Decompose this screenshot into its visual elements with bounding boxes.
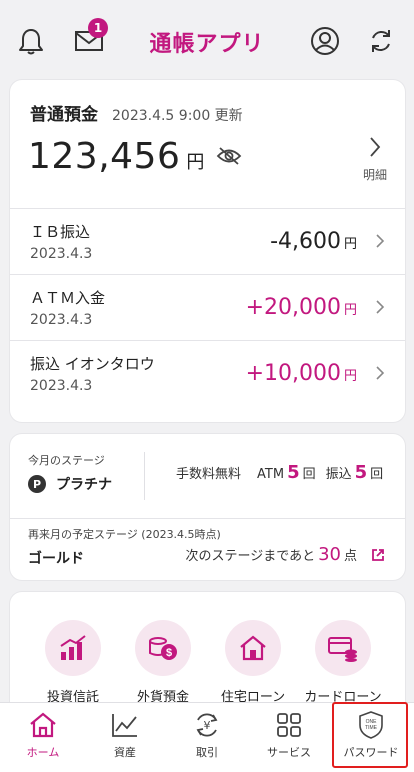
home-icon — [2, 711, 84, 739]
grid-icon — [248, 711, 330, 739]
service-foreign-deposit[interactable]: $ 外貨預金 — [118, 620, 208, 705]
detail-button[interactable]: 明細 — [363, 136, 387, 183]
nav-services[interactable]: サービス — [248, 703, 330, 772]
svg-text:¥: ¥ — [204, 719, 211, 732]
yen-transfer-icon: ¥ — [166, 711, 248, 739]
account-card: 普通預金 2023.4.5 9:00 更新 123,456 円 明細 ＩＢ振込 … — [10, 80, 405, 422]
external-link-icon[interactable] — [371, 548, 385, 562]
transaction-date: 2023.4.3 — [30, 246, 93, 262]
balance-currency: 円 — [186, 152, 205, 173]
next-stage-name: ゴールド — [28, 551, 84, 567]
account-name: 普通預金 — [30, 105, 98, 125]
nav-label: 取引 — [196, 746, 218, 759]
service-investment-trust[interactable]: 投資信託 — [28, 620, 118, 705]
chevron-right-icon — [370, 137, 381, 157]
refresh-icon[interactable] — [364, 24, 398, 58]
transaction-name: ＩＢ振込 — [30, 223, 91, 241]
service-housing-loan[interactable]: 住宅ローン — [208, 620, 298, 705]
nav-label: パスワード — [343, 746, 399, 759]
nav-label: ホーム — [26, 746, 60, 759]
svg-text:TIME: TIME — [365, 725, 378, 731]
bottom-nav: ホーム 資産 ¥ 取引 サービス ONE TIME パスワード — [0, 702, 414, 772]
transaction-name: ＡＴＭ入金 — [30, 289, 106, 307]
nav-home[interactable]: ホーム — [2, 703, 84, 772]
stage-card[interactable]: 今月のステージ P プラチナ 手数料無料 ATM 5 回 振込 5 回 再来月の予定ステ… — [10, 434, 405, 580]
transaction-amount: -4,600 円 — [270, 229, 357, 254]
transaction-name: 振込 イオンタロウ — [30, 355, 155, 373]
investment-chart-icon — [45, 620, 101, 676]
chevron-right-icon — [376, 366, 385, 380]
chevron-right-icon — [376, 234, 385, 248]
one-time-password-icon: ONE TIME — [330, 711, 412, 739]
transaction-amount: +20,000 円 — [245, 295, 357, 320]
platinum-badge-icon: P — [28, 475, 46, 493]
service-card-loan[interactable]: カードローン — [298, 620, 388, 705]
app-title: 通帳アプリ — [149, 32, 265, 57]
house-icon — [225, 620, 281, 676]
assets-chart-icon — [84, 711, 166, 739]
transaction-row[interactable]: ＩＢ振込 2023.4.3 -4,600 円 — [10, 208, 405, 274]
divider — [144, 452, 145, 500]
balance-amount: 123,456 — [28, 136, 181, 177]
transaction-date: 2023.4.3 — [30, 312, 93, 328]
svg-text:$: $ — [166, 647, 172, 659]
next-stage-label: 再来月の予定ステージ (2023.4.5時点) — [28, 528, 221, 541]
card-loan-icon — [315, 620, 371, 676]
updated-time: 2023.4.5 9:00 更新 — [112, 108, 243, 124]
hide-balance-eye-icon[interactable] — [216, 146, 242, 170]
detail-label: 明細 — [362, 168, 387, 182]
profile-icon[interactable] — [308, 24, 342, 58]
transaction-amount: +10,000 円 — [245, 361, 357, 386]
next-stage-info: 次のステージまであと 30 点 — [185, 544, 357, 565]
nav-label: 資産 — [114, 746, 136, 759]
chevron-right-icon — [376, 300, 385, 314]
transaction-date: 2023.4.3 — [30, 378, 93, 394]
stage-name: プラチナ — [56, 477, 112, 493]
stage-label: 今月のステージ — [28, 454, 105, 467]
app-header: 1 通帳アプリ — [0, 0, 414, 78]
balance: 123,456 円 — [28, 136, 204, 177]
nav-assets[interactable]: 資産 — [84, 703, 166, 772]
transaction-row[interactable]: ＡＴＭ入金 2023.4.3 +20,000 円 — [10, 274, 405, 340]
foreign-currency-icon: $ — [135, 620, 191, 676]
divider — [10, 518, 405, 519]
nav-label: サービス — [267, 746, 311, 759]
transaction-row[interactable]: 振込 イオンタロウ 2023.4.3 +10,000 円 — [10, 340, 405, 406]
nav-transactions[interactable]: ¥ 取引 — [166, 703, 248, 772]
nav-password[interactable]: ONE TIME パスワード — [330, 703, 412, 772]
fee-benefits: 手数料無料 ATM 5 回 振込 5 回 — [176, 462, 384, 483]
